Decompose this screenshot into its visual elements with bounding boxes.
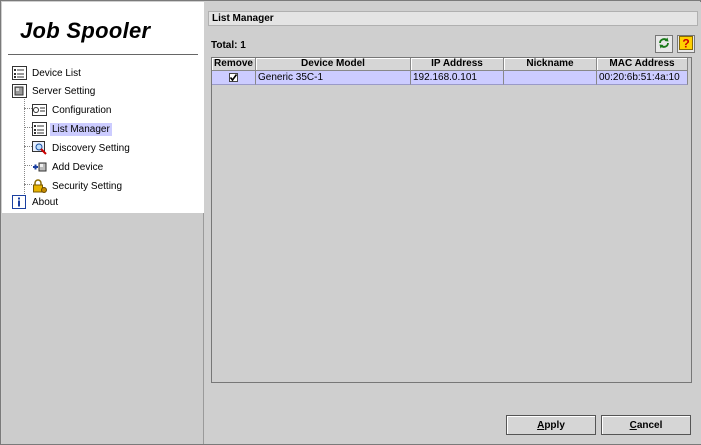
configuration-icon — [32, 103, 47, 117]
table-row[interactable]: Generic 35C-1 192.168.0.101 00:20:6b:51:… — [212, 71, 688, 85]
navigation-tree-area: Job Spooler Device List Server Setting C… — [2, 2, 204, 213]
total-count: Total: 1 — [211, 40, 246, 51]
column-header-mac-address[interactable]: MAC Address — [597, 58, 688, 71]
tree-item-label: List Manager — [50, 122, 112, 136]
app-window: Job Spooler Device List Server Setting C… — [0, 0, 701, 445]
tree-connector — [24, 165, 32, 166]
mac-address-cell: 00:20:6b:51:4a:10 — [597, 71, 688, 85]
tree-item-server-setting[interactable]: Server Setting — [12, 82, 97, 100]
column-header-device-model[interactable]: Device Model — [256, 58, 411, 71]
tree-item-about[interactable]: About — [12, 193, 60, 211]
tree-item-label: Discovery Setting — [52, 142, 130, 154]
tree-item-configuration[interactable]: Configuration — [32, 101, 113, 119]
device-model-cell: Generic 35C-1 — [256, 71, 411, 85]
info-icon — [12, 195, 27, 209]
tree-item-list-manager[interactable]: List Manager — [32, 120, 112, 138]
content-pane: List Manager Total: 1 ? Remove Device Mo… — [205, 2, 701, 444]
nickname-cell[interactable] — [504, 71, 597, 85]
server-icon — [12, 84, 27, 98]
tree-connector — [24, 146, 32, 147]
check-icon — [229, 74, 238, 82]
panel-title: List Manager — [208, 11, 698, 26]
svg-text:?: ? — [682, 36, 689, 50]
tree-item-label: Server Setting — [32, 85, 96, 97]
apply-button[interactable]: Apply — [506, 415, 596, 435]
list-icon — [32, 122, 47, 136]
tree-connector — [24, 184, 32, 185]
help-icon: ? — [679, 35, 693, 53]
tree-item-label: Configuration — [52, 104, 112, 116]
tree-connector — [24, 127, 32, 128]
tree-item-label: Device List — [32, 67, 81, 79]
app-title: Job Spooler — [20, 18, 151, 43]
column-header-nickname[interactable]: Nickname — [504, 58, 597, 71]
lock-icon — [32, 179, 47, 193]
cancel-button[interactable]: Cancel — [601, 415, 691, 435]
tree-connector — [24, 99, 25, 204]
column-header-ip-address[interactable]: IP Address — [411, 58, 504, 71]
tree-item-discovery-setting[interactable]: Discovery Setting — [32, 139, 132, 157]
tree-item-device-list[interactable]: Device List — [12, 64, 83, 82]
refresh-button[interactable] — [655, 35, 673, 53]
list-icon — [12, 66, 27, 80]
navigation-pane: Job Spooler Device List Server Setting C… — [2, 2, 204, 444]
remove-cell — [212, 71, 256, 85]
tree-connector — [24, 108, 32, 109]
tree-item-label: Add Device — [52, 161, 104, 173]
cancel-button-label: Cancel — [629, 419, 663, 431]
remove-checkbox[interactable] — [229, 73, 238, 82]
tree-item-add-device[interactable]: Add Device — [32, 158, 105, 176]
discovery-icon — [32, 141, 47, 155]
title-divider — [8, 54, 198, 55]
device-table: Remove Device Model IP Address Nickname … — [211, 57, 692, 383]
table-header: Remove Device Model IP Address Nickname … — [212, 58, 688, 71]
add-device-icon — [32, 160, 47, 174]
tree-item-label: Security Setting — [52, 180, 123, 192]
help-button[interactable]: ? — [677, 35, 695, 53]
column-header-remove[interactable]: Remove — [212, 58, 256, 71]
refresh-icon — [657, 36, 671, 53]
tree-item-label: About — [32, 196, 59, 208]
ip-address-cell: 192.168.0.101 — [411, 71, 504, 85]
apply-button-label: Apply — [537, 419, 565, 431]
